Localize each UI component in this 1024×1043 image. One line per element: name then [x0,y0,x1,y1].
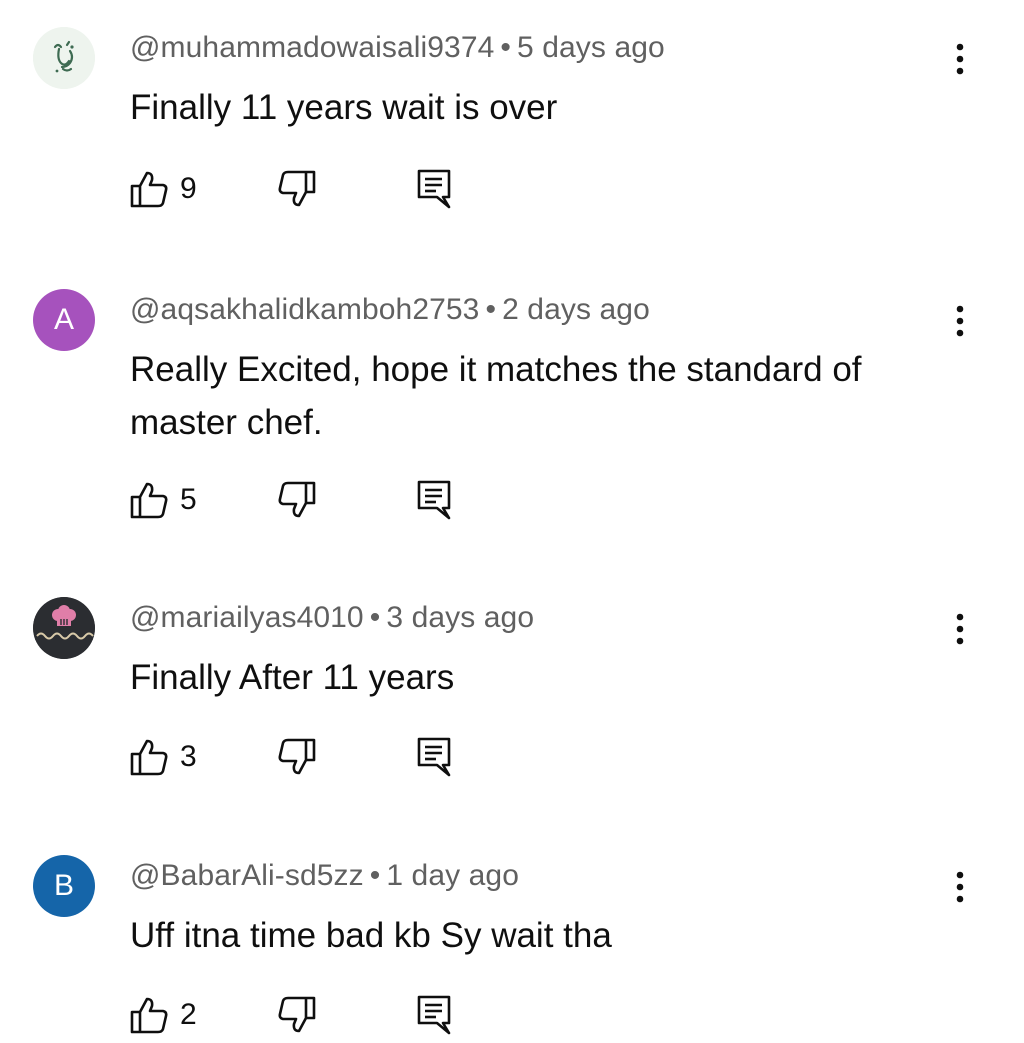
thumb-up-icon [130,171,168,208]
like-button[interactable]: 5 [128,479,197,521]
comment-time[interactable]: 2 days ago [502,293,650,326]
more-options-button[interactable] [946,867,974,907]
reply-button[interactable] [413,736,455,778]
thumb-down-icon [278,738,316,775]
like-count: 5 [180,483,197,516]
like-button[interactable]: 3 [128,736,197,778]
dislike-button[interactable] [276,736,318,778]
meta-separator: • [500,31,512,64]
more-vertical-icon [956,305,964,337]
comment-text: Really Excited, hope it matches the stan… [130,350,862,442]
comment-time[interactable]: 5 days ago [517,31,665,64]
like-button[interactable]: 2 [128,994,197,1036]
comment-text: Finally 11 years wait is over [130,88,558,127]
commenter-avatar[interactable]: A [33,289,95,351]
dislike-button[interactable] [276,168,318,210]
meta-separator: • [369,859,381,892]
like-count: 9 [180,172,197,205]
comment-actions: 5 [128,479,468,523]
thumb-up-icon [130,997,168,1034]
more-vertical-icon [956,871,964,903]
thumb-up-icon [130,482,168,519]
more-options-button[interactable] [946,39,974,79]
comment-author[interactable]: @mariailyas4010 [130,601,364,634]
thumb-down-icon [278,481,316,518]
thumb-down-icon [278,996,316,1033]
reply-button[interactable] [413,479,455,521]
more-options-button[interactable] [946,301,974,341]
dislike-button[interactable] [276,994,318,1036]
more-vertical-icon [956,613,964,645]
thumb-up-icon [130,739,168,776]
more-vertical-icon [956,43,964,75]
comment-meta: @BabarAli-sd5zz • 1 day ago [130,859,519,893]
comment-actions: 3 [128,736,468,780]
like-count: 2 [180,998,197,1031]
comment-author[interactable]: @aqsakhalidkamboh2753 [130,293,479,326]
comment-time[interactable]: 3 days ago [386,601,534,634]
reply-comment-icon [417,995,451,1035]
reply-comment-icon [417,480,451,520]
comment-time[interactable]: 1 day ago [386,859,519,892]
meta-separator: • [369,601,381,634]
comment-actions: 9 [128,168,468,212]
comment-meta: @aqsakhalidkamboh2753 • 2 days ago [130,293,650,327]
comment-meta: @mariailyas4010 • 3 days ago [130,601,534,635]
reply-button[interactable] [413,994,455,1036]
commenter-avatar[interactable]: B [33,855,95,917]
reply-button[interactable] [413,168,455,210]
commenter-avatar[interactable] [33,597,95,659]
comment-author[interactable]: @BabarAli-sd5zz [130,859,364,892]
commenter-avatar[interactable] [33,27,95,89]
like-button[interactable]: 9 [128,168,197,210]
calligraphy-logo-icon [33,27,95,89]
dislike-button[interactable] [276,479,318,521]
comment-text: Uff itna time bad kb Sy wait tha [130,916,612,955]
meta-separator: • [485,293,497,326]
reply-comment-icon [417,737,451,777]
chef-hat-logo-icon [33,597,95,659]
comment-author[interactable]: @muhammadowaisali9374 [130,31,494,64]
avatar-letter: B [53,869,74,902]
more-options-button[interactable] [946,609,974,649]
thumb-down-icon [278,170,316,207]
comment-text: Finally After 11 years [130,658,455,697]
reply-comment-icon [417,169,451,209]
comment-actions: 2 [128,994,468,1038]
comment-meta: @muhammadowaisali9374 • 5 days ago [130,31,665,65]
avatar-letter: A [53,303,74,336]
like-count: 3 [180,740,197,773]
